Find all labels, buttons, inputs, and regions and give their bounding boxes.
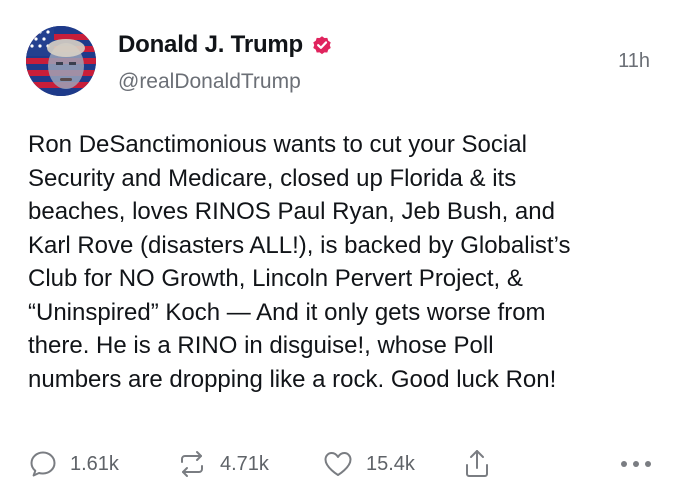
author-handle[interactable]: @realDonaldTrump xyxy=(118,68,301,96)
reply-button[interactable]: 1.61k xyxy=(28,446,119,482)
more-options-button[interactable] xyxy=(616,446,656,482)
like-button[interactable]: 15.4k xyxy=(322,446,415,482)
author-avatar[interactable] xyxy=(26,26,96,96)
more-dots-icon xyxy=(621,461,651,467)
profile-photo-flag-icon xyxy=(26,26,96,96)
post-card: Donald J. Trump @realDonaldTrump 11h Ron… xyxy=(0,0,680,500)
repost-arrows-icon xyxy=(181,451,203,477)
heart-icon xyxy=(324,452,352,476)
author-display-name[interactable]: Donald J. Trump xyxy=(118,30,303,60)
post-body-text: Ron DeSanctimonious wants to cut your So… xyxy=(28,131,571,393)
post-timestamp[interactable]: 11h xyxy=(618,48,650,74)
post-action-bar: 1.61k 4.71k 15.4k xyxy=(28,446,656,482)
like-count: 15.4k xyxy=(366,452,415,475)
repost-count: 4.71k xyxy=(220,452,269,475)
share-button[interactable] xyxy=(462,446,492,482)
repost-button[interactable]: 4.71k xyxy=(176,446,269,482)
author-name-row: Donald J. Trump xyxy=(118,30,333,60)
reply-bubble-icon xyxy=(30,451,56,477)
share-upload-icon xyxy=(466,450,488,477)
reply-count: 1.61k xyxy=(70,452,119,475)
verified-badge-icon xyxy=(311,34,333,56)
